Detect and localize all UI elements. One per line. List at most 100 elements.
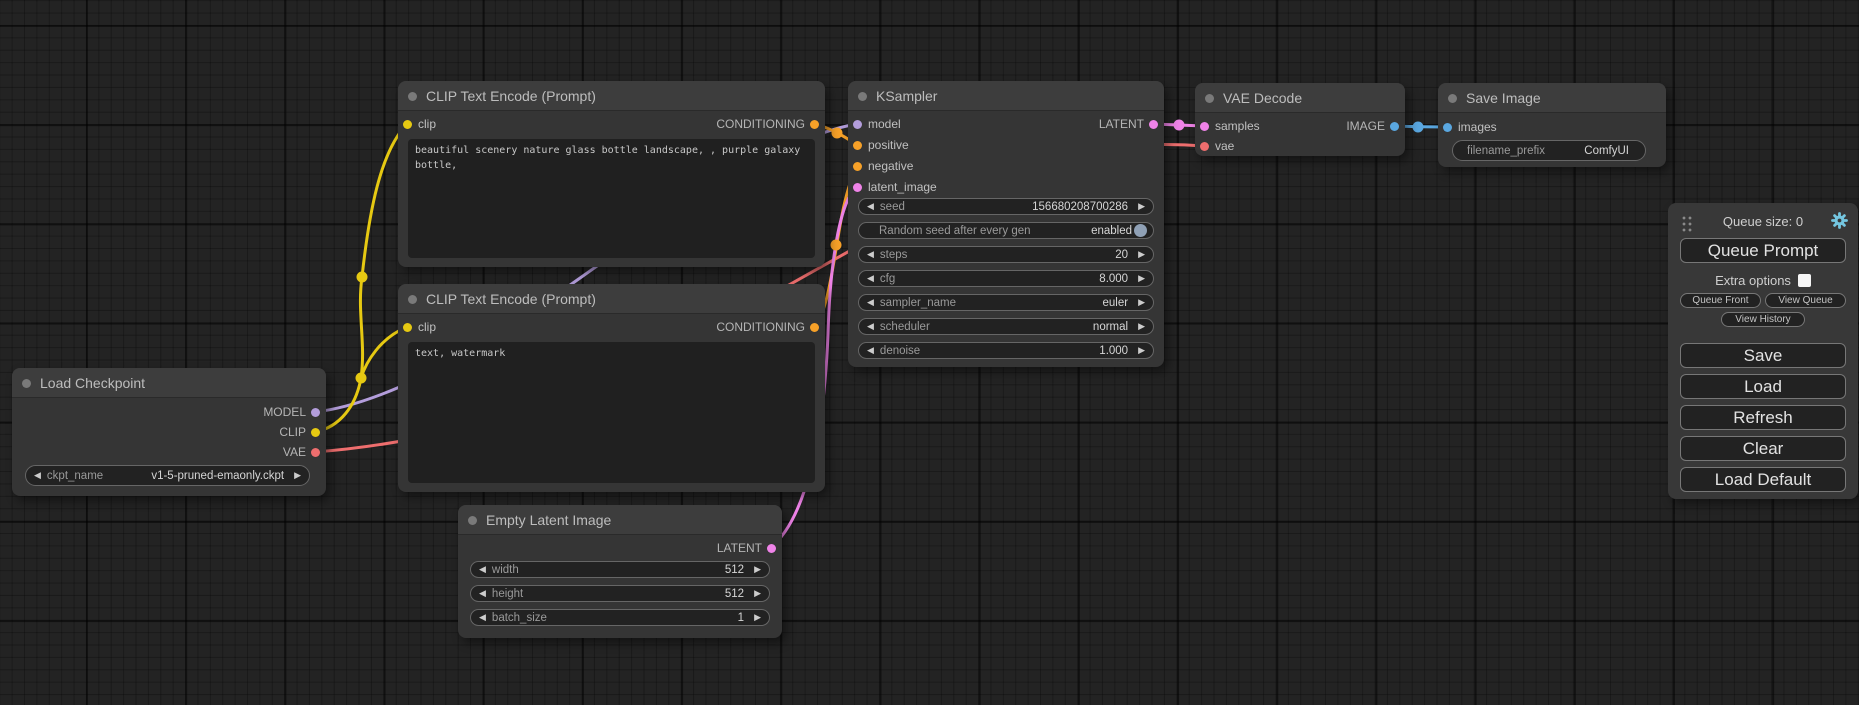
images-input-slot[interactable] — [1443, 123, 1452, 132]
latent-output-slot[interactable] — [1149, 120, 1158, 129]
increment-arrow-icon[interactable]: ▶ — [754, 585, 761, 602]
samples-input-slot[interactable] — [1200, 122, 1209, 131]
wire-dot-latent — [1174, 120, 1185, 131]
widget-value: v1-5-pruned-emaonly.ckpt — [151, 470, 284, 482]
node-titlebar[interactable]: CLIP Text Encode (Prompt) — [398, 284, 825, 314]
widget-value: 512 — [725, 564, 744, 576]
negative-input-slot[interactable] — [853, 162, 862, 171]
view-history-button[interactable]: View History — [1721, 312, 1805, 327]
model-input-slot[interactable] — [853, 120, 862, 129]
increment-arrow-icon[interactable]: ▶ — [1138, 246, 1145, 263]
node-title: KSampler — [876, 88, 937, 104]
decrement-arrow-icon[interactable]: ◀ — [867, 318, 874, 335]
settings-gear-icon[interactable] — [1831, 212, 1848, 229]
vae-input-slot[interactable] — [1200, 142, 1209, 151]
clip-input-slot[interactable] — [403, 120, 412, 129]
node-titlebar[interactable]: Save Image — [1438, 83, 1666, 113]
node-clip-text-encode-negative[interactable]: CLIP Text Encode (Prompt) clip CONDITION… — [398, 284, 825, 492]
node-titlebar[interactable]: CLIP Text Encode (Prompt) — [398, 81, 825, 111]
output-label-vae: VAE — [283, 445, 306, 459]
node-title: Load Checkpoint — [40, 375, 145, 391]
queue-prompt-button[interactable]: Queue Prompt — [1680, 238, 1846, 263]
queue-front-button[interactable]: Queue Front — [1680, 293, 1761, 308]
denoise-widget[interactable]: ◀ denoise 1.000 ▶ — [858, 342, 1154, 359]
output-label-conditioning: CONDITIONING — [716, 320, 805, 334]
node-ksampler[interactable]: KSampler model positive negative latent_… — [848, 81, 1164, 367]
model-output-slot[interactable] — [311, 408, 320, 417]
collapse-dot-icon[interactable] — [408, 295, 417, 304]
collapse-dot-icon[interactable] — [468, 516, 477, 525]
image-output-slot[interactable] — [1390, 122, 1399, 131]
latent-output-slot[interactable] — [767, 544, 776, 553]
collapse-dot-icon[interactable] — [408, 92, 417, 101]
positive-input-slot[interactable] — [853, 141, 862, 150]
decrement-arrow-icon[interactable]: ◀ — [867, 294, 874, 311]
prompt-textarea[interactable]: beautiful scenery nature glass bottle la… — [408, 139, 815, 258]
widget-value: normal — [1093, 321, 1128, 333]
save-button[interactable]: Save — [1680, 343, 1846, 368]
sampler-name-widget[interactable]: ◀ sampler_name euler ▶ — [858, 294, 1154, 311]
decrement-arrow-icon[interactable]: ◀ — [867, 270, 874, 287]
width-widget[interactable]: ◀ width 512 ▶ — [470, 561, 770, 578]
increment-arrow-icon[interactable]: ▶ — [754, 561, 761, 578]
node-titlebar[interactable]: Empty Latent Image — [458, 505, 782, 535]
widget-value: 8.000 — [1099, 273, 1128, 285]
seed-widget[interactable]: ◀ seed 156680208700286 ▶ — [858, 198, 1154, 215]
increment-arrow-icon[interactable]: ▶ — [1138, 342, 1145, 359]
clip-input-slot[interactable] — [403, 323, 412, 332]
decrement-arrow-icon[interactable]: ◀ — [867, 342, 874, 359]
node-load-checkpoint[interactable]: Load Checkpoint MODEL CLIP VAE ◀ ckpt_na… — [12, 368, 326, 496]
toggle-enabled-icon[interactable] — [1134, 224, 1147, 237]
collapse-dot-icon[interactable] — [1448, 94, 1457, 103]
conditioning-output-slot[interactable] — [810, 323, 819, 332]
increment-arrow-icon[interactable]: ▶ — [1138, 198, 1145, 215]
wire-dot-conditioning-positive — [832, 128, 843, 139]
widget-label: sampler_name — [880, 297, 956, 309]
vae-output-slot[interactable] — [311, 448, 320, 457]
load-default-button[interactable]: Load Default — [1680, 467, 1846, 492]
node-titlebar[interactable]: VAE Decode — [1195, 83, 1405, 113]
batch-size-widget[interactable]: ◀ batch_size 1 ▶ — [470, 609, 770, 626]
refresh-button[interactable]: Refresh — [1680, 405, 1846, 430]
input-label-negative: negative — [868, 159, 913, 173]
decrement-arrow-icon[interactable]: ◀ — [867, 198, 874, 215]
clip-output-slot[interactable] — [311, 428, 320, 437]
filename-prefix-widget[interactable]: filename_prefix ComfyUI — [1452, 140, 1646, 161]
increment-arrow-icon[interactable]: ▶ — [294, 467, 301, 484]
decrement-arrow-icon[interactable]: ◀ — [479, 609, 486, 626]
view-queue-button[interactable]: View Queue — [1765, 293, 1846, 308]
latent-image-input-slot[interactable] — [853, 183, 862, 192]
decrement-arrow-icon[interactable]: ◀ — [479, 585, 486, 602]
extra-options-checkbox[interactable] — [1798, 274, 1811, 287]
increment-arrow-icon[interactable]: ▶ — [1138, 270, 1145, 287]
prompt-textarea[interactable]: text, watermark — [408, 342, 815, 483]
widget-label: ckpt_name — [47, 470, 103, 482]
clear-button[interactable]: Clear — [1680, 436, 1846, 461]
node-titlebar[interactable]: Load Checkpoint — [12, 368, 326, 398]
ckpt-name-widget[interactable]: ◀ ckpt_name v1-5-pruned-emaonly.ckpt ▶ — [25, 465, 310, 486]
increment-arrow-icon[interactable]: ▶ — [1138, 318, 1145, 335]
output-label-model: MODEL — [263, 405, 306, 419]
node-empty-latent-image[interactable]: Empty Latent Image LATENT ◀ width 512 ▶ … — [458, 505, 782, 638]
node-clip-text-encode-positive[interactable]: CLIP Text Encode (Prompt) clip CONDITION… — [398, 81, 825, 267]
output-label-latent: LATENT — [1099, 117, 1144, 131]
decrement-arrow-icon[interactable]: ◀ — [479, 561, 486, 578]
decrement-arrow-icon[interactable]: ◀ — [34, 467, 41, 484]
collapse-dot-icon[interactable] — [22, 379, 31, 388]
widget-value: enabled — [1091, 225, 1132, 237]
decrement-arrow-icon[interactable]: ◀ — [867, 246, 874, 263]
scheduler-widget[interactable]: ◀ scheduler normal ▶ — [858, 318, 1154, 335]
load-button[interactable]: Load — [1680, 374, 1846, 399]
conditioning-output-slot[interactable] — [810, 120, 819, 129]
node-titlebar[interactable]: KSampler — [848, 81, 1164, 111]
cfg-widget[interactable]: ◀ cfg 8.000 ▶ — [858, 270, 1154, 287]
collapse-dot-icon[interactable] — [1205, 94, 1214, 103]
steps-widget[interactable]: ◀ steps 20 ▶ — [858, 246, 1154, 263]
random-seed-toggle-widget[interactable]: Random seed after every gen enabled — [858, 222, 1154, 239]
increment-arrow-icon[interactable]: ▶ — [1138, 294, 1145, 311]
increment-arrow-icon[interactable]: ▶ — [754, 609, 761, 626]
node-save-image[interactable]: Save Image images filename_prefix ComfyU… — [1438, 83, 1666, 167]
node-vae-decode[interactable]: VAE Decode samples vae IMAGE — [1195, 83, 1405, 156]
collapse-dot-icon[interactable] — [858, 92, 867, 101]
height-widget[interactable]: ◀ height 512 ▶ — [470, 585, 770, 602]
